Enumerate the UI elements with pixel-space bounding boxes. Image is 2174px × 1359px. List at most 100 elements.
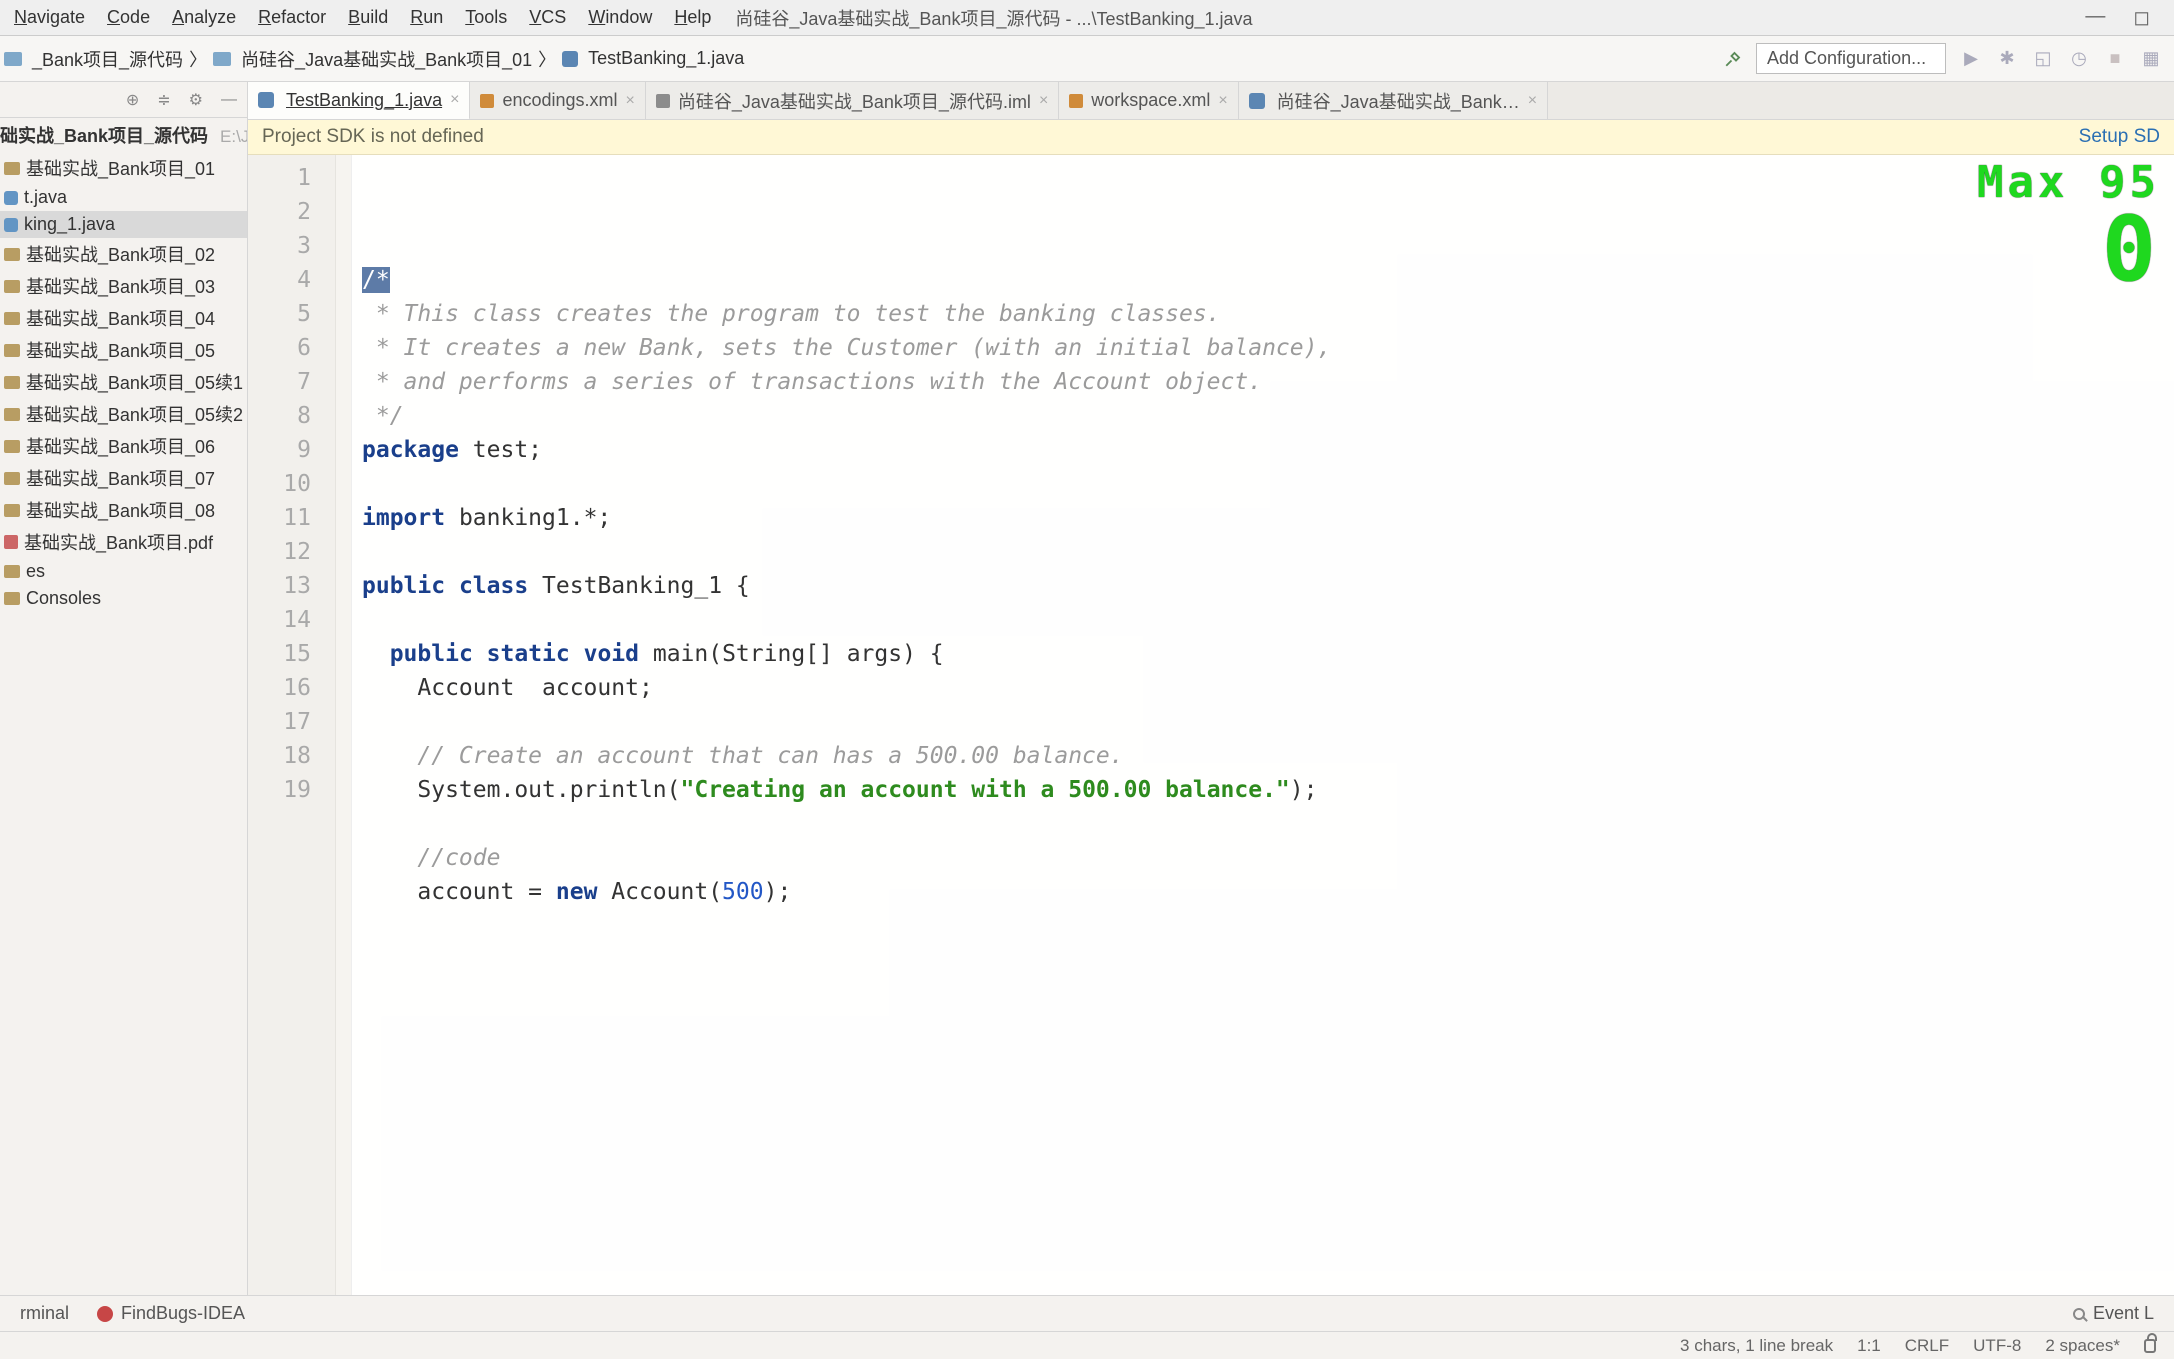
line-number: 7 xyxy=(248,365,311,399)
minimize-icon[interactable]: — xyxy=(2085,5,2105,30)
tree-item[interactable]: t.java xyxy=(0,184,247,211)
tree-item[interactable]: 基础实战_Bank项目_04 xyxy=(0,302,247,334)
tree-item[interactable]: 基础实战_Bank项目_07 xyxy=(0,462,247,494)
menu-navigate[interactable]: Navigate xyxy=(4,3,95,32)
collapse-icon[interactable]: ≑ xyxy=(157,90,170,110)
menu-tools[interactable]: Tools xyxy=(455,3,517,32)
project-tree: 基础实战_Bank项目_01t.javaking_1.java基础实战_Bank… xyxy=(0,152,247,1295)
code-line[interactable] xyxy=(362,467,2174,501)
java-icon xyxy=(4,218,18,232)
debug-icon[interactable]: ✱ xyxy=(1996,48,2018,69)
code-line[interactable] xyxy=(362,603,2174,637)
tree-item[interactable]: 基础实战_Bank项目_06 xyxy=(0,430,247,462)
maximize-icon[interactable]: ◻ xyxy=(2133,5,2150,30)
code-line[interactable]: * and performs a series of transactions … xyxy=(362,365,2174,399)
run-icon[interactable]: ▶ xyxy=(1960,48,1982,69)
editor-tab[interactable]: workspace.xml× xyxy=(1059,82,1238,119)
code-editor[interactable]: 12345678910111213141516171819 /* * This … xyxy=(248,155,2174,1295)
run-config-selector[interactable]: Add Configuration... xyxy=(1756,43,1946,74)
coverage-icon[interactable]: ◱ xyxy=(2032,48,2054,69)
line-number: 12 xyxy=(248,535,311,569)
close-icon[interactable]: × xyxy=(1039,92,1048,110)
close-icon[interactable]: × xyxy=(1218,92,1227,110)
line-number: 5 xyxy=(248,297,311,331)
tree-item[interactable]: 基础实战_Bank项目_05续2 xyxy=(0,398,247,430)
line-number: 17 xyxy=(248,705,311,739)
code-line[interactable]: * It creates a new Bank, sets the Custom… xyxy=(362,331,2174,365)
editor-tab[interactable]: 尚硅谷_Java基础实战_Bank…× xyxy=(1239,82,1548,119)
status-encoding[interactable]: UTF-8 xyxy=(1973,1336,2021,1356)
breadcrumb-item[interactable]: TestBanking_1.java xyxy=(562,48,744,69)
code-line[interactable]: account = new Account(500); xyxy=(362,875,2174,909)
tree-item[interactable]: 基础实战_Bank项目_08 xyxy=(0,494,247,526)
breadcrumb-item[interactable]: _Bank项目_源代码 xyxy=(4,46,183,72)
code-line[interactable]: * This class creates the program to test… xyxy=(362,297,2174,331)
tree-item[interactable]: 基础实战_Bank项目_02 xyxy=(0,238,247,270)
editor-tab[interactable]: TestBanking_1.java× xyxy=(248,82,470,120)
menu-run[interactable]: Run xyxy=(400,3,453,32)
status-caret[interactable]: 1:1 xyxy=(1857,1336,1881,1356)
menu-window[interactable]: Window xyxy=(578,3,662,32)
window-title: 尚硅谷_Java基础实战_Bank项目_源代码 - ...\TestBankin… xyxy=(735,5,2065,31)
code-line[interactable]: public class TestBanking_1 { xyxy=(362,569,2174,603)
layout-icon[interactable]: ▦ xyxy=(2140,48,2162,69)
status-indent[interactable]: 2 spaces* xyxy=(2045,1336,2120,1356)
tree-item[interactable]: 基础实战_Bank项目_05续1 xyxy=(0,366,247,398)
editor-tab[interactable]: 尚硅谷_Java基础实战_Bank项目_源代码.iml× xyxy=(646,82,1059,119)
menu-build[interactable]: Build xyxy=(338,3,398,32)
banner-message: Project SDK is not defined xyxy=(262,126,484,148)
code-line[interactable]: public static void main(String[] args) { xyxy=(362,637,2174,671)
code-line[interactable]: //code xyxy=(362,841,2174,875)
menu-code[interactable]: Code xyxy=(97,3,160,32)
breadcrumb-item[interactable]: 尚硅谷_Java基础实战_Bank项目_01 xyxy=(213,46,532,72)
hide-icon[interactable]: — xyxy=(221,91,237,109)
close-icon[interactable]: × xyxy=(1528,92,1537,110)
code-line[interactable]: package test; xyxy=(362,433,2174,467)
code-line[interactable]: System.out.println("Creating an account … xyxy=(362,773,2174,807)
project-root[interactable]: 础实战_Bank项目_源代码E:\Java基础 xyxy=(0,118,247,152)
code[interactable]: /* * This class creates the program to t… xyxy=(352,155,2174,1295)
status-eol[interactable]: CRLF xyxy=(1905,1336,1949,1356)
build-icon[interactable] xyxy=(1724,50,1742,68)
setup-sdk-link[interactable]: Setup SD xyxy=(2079,126,2160,148)
code-line[interactable]: Account account; xyxy=(362,671,2174,705)
code-line[interactable]: import banking1.*; xyxy=(362,501,2174,535)
locate-icon[interactable]: ⊕ xyxy=(126,90,139,110)
terminal-tool[interactable]: rminal xyxy=(6,1303,83,1324)
code-line[interactable] xyxy=(362,705,2174,739)
code-line[interactable] xyxy=(362,807,2174,841)
tree-item[interactable]: 基础实战_Bank项目_03 xyxy=(0,270,247,302)
bug-icon xyxy=(97,1306,113,1322)
eventlog-tool[interactable]: Event L xyxy=(2059,1303,2168,1324)
code-line[interactable]: // Create an account that can has a 500.… xyxy=(362,739,2174,773)
editor-tabs: TestBanking_1.java×encodings.xml×尚硅谷_Jav… xyxy=(248,82,2174,120)
stop-icon[interactable]: ■ xyxy=(2104,48,2126,69)
code-line[interactable]: */ xyxy=(362,399,2174,433)
bottom-toolbar: rminal FindBugs-IDEA Event L xyxy=(0,1295,2174,1331)
code-line[interactable]: /* xyxy=(362,263,2174,297)
editor-tab[interactable]: encodings.xml× xyxy=(470,82,645,119)
settings-icon[interactable]: ⚙ xyxy=(189,90,203,110)
tree-item[interactable]: 基础实战_Bank项目_05 xyxy=(0,334,247,366)
tree-item[interactable]: 基础实战_Bank项目.pdf xyxy=(0,526,247,558)
profile-icon[interactable]: ◷ xyxy=(2068,48,2090,69)
lock-icon[interactable] xyxy=(2144,1339,2156,1353)
tree-item[interactable]: king_1.java xyxy=(0,211,247,238)
fold-gutter[interactable] xyxy=(336,155,352,1295)
breadcrumb: _Bank项目_源代码〉尚硅谷_Java基础实战_Bank项目_01〉TestB… xyxy=(4,46,744,72)
code-line[interactable] xyxy=(362,535,2174,569)
close-icon[interactable]: × xyxy=(450,91,459,109)
menu-analyze[interactable]: Analyze xyxy=(162,3,246,32)
folder-icon xyxy=(4,472,20,485)
close-icon[interactable]: × xyxy=(626,92,635,110)
tree-item[interactable]: es xyxy=(0,558,247,585)
tree-item[interactable]: Consoles xyxy=(0,585,247,612)
menu-vcs[interactable]: VCS xyxy=(519,3,576,32)
menu-help[interactable]: Help xyxy=(664,3,721,32)
line-number: 2 xyxy=(248,195,311,229)
menu-refactor[interactable]: Refactor xyxy=(248,3,336,32)
line-number: 19 xyxy=(248,773,311,807)
findbugs-tool[interactable]: FindBugs-IDEA xyxy=(83,1303,259,1324)
tree-item[interactable]: 基础实战_Bank项目_01 xyxy=(0,152,247,184)
line-number: 14 xyxy=(248,603,311,637)
